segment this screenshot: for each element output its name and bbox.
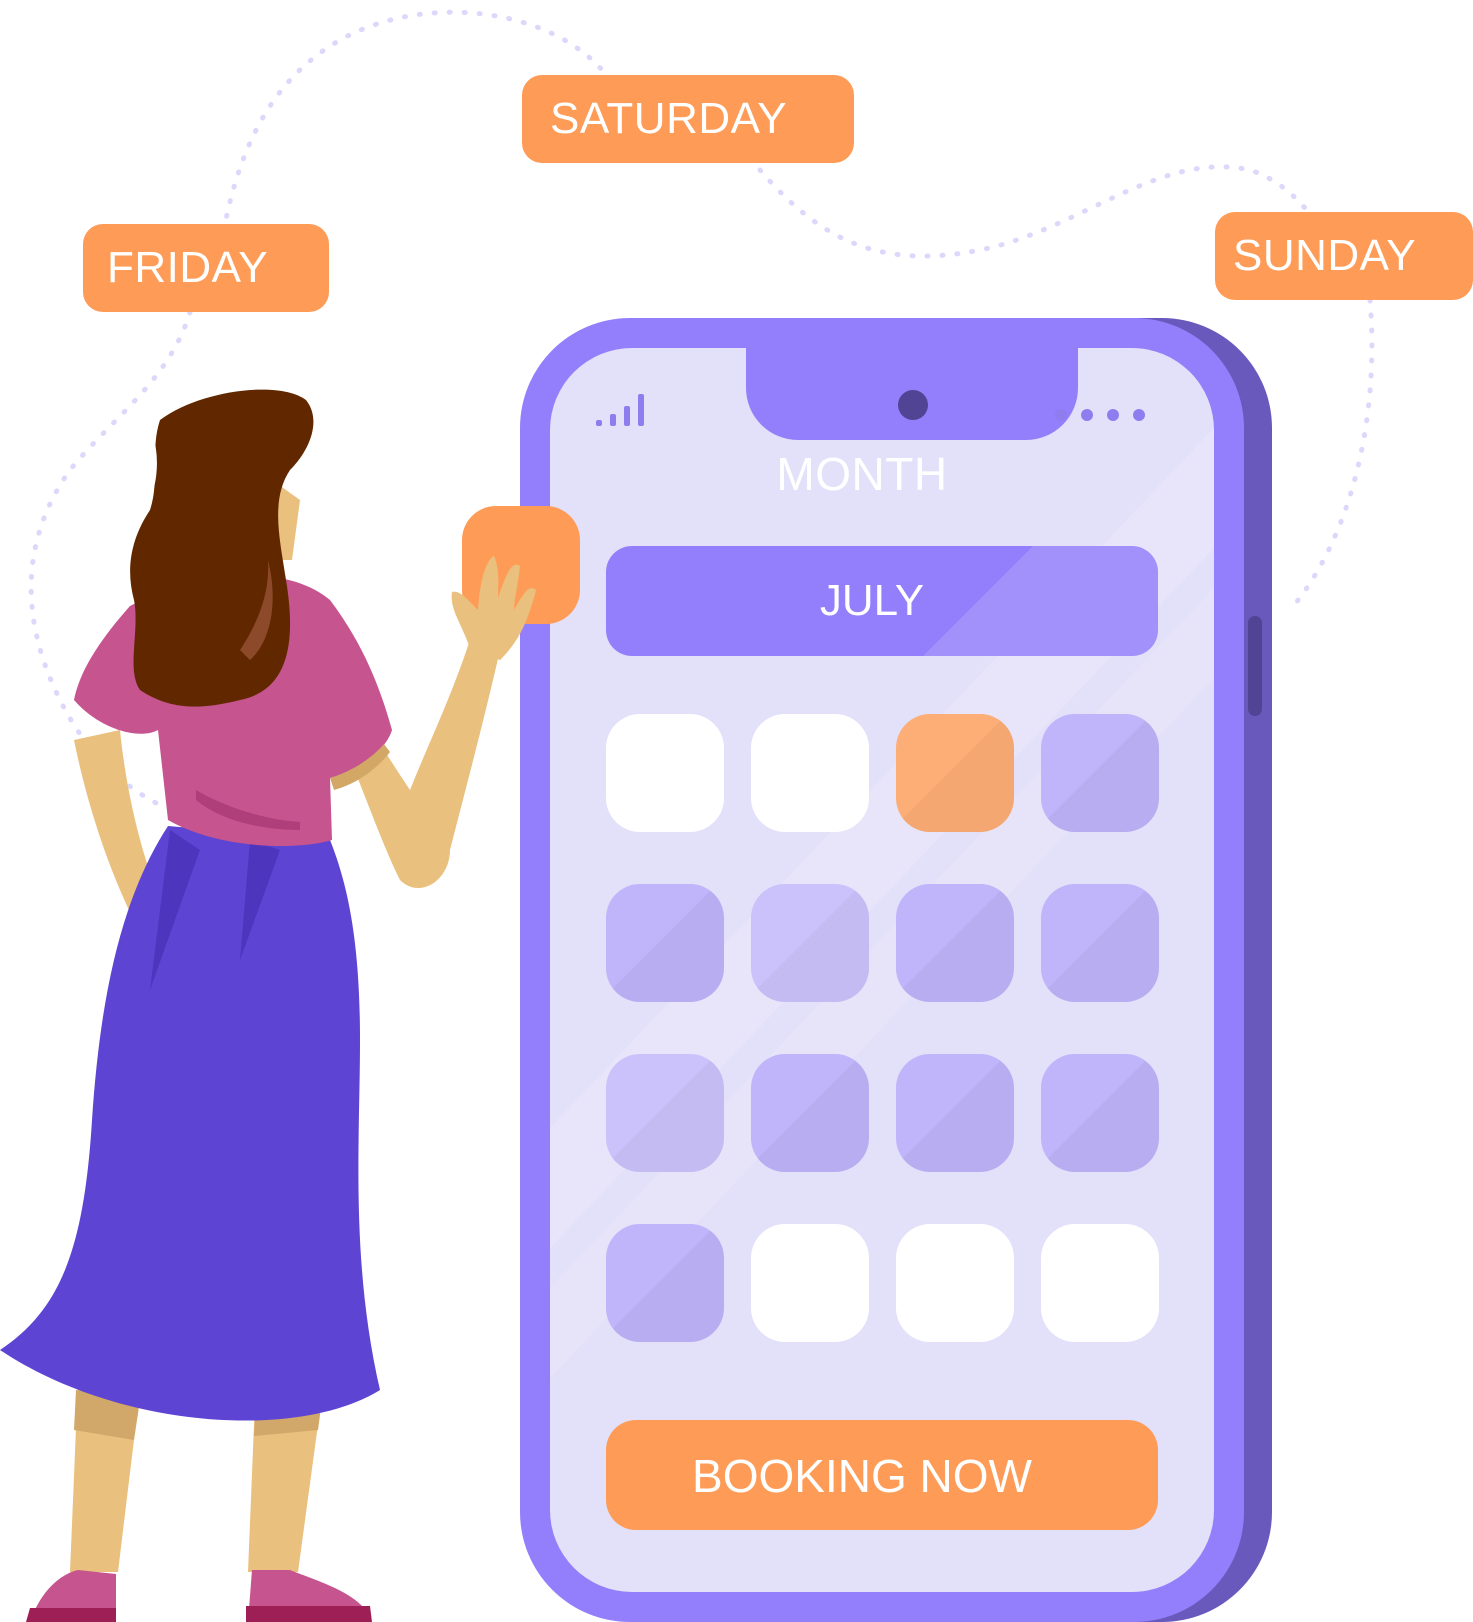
calendar-day-cell[interactable] bbox=[896, 1054, 1014, 1172]
calendar-day-cell[interactable] bbox=[606, 884, 724, 1002]
phone-side-button bbox=[1248, 616, 1262, 716]
booking-now-button[interactable]: BOOKING NOW bbox=[606, 1420, 1158, 1530]
month-label: MONTH bbox=[776, 448, 948, 500]
month-selector[interactable]: JULY bbox=[606, 546, 1158, 656]
calendar-grid bbox=[606, 714, 1159, 1350]
month-value: JULY bbox=[819, 576, 925, 625]
phone-screen: MONTH JULY BOOKING NOW bbox=[550, 348, 1214, 1592]
more-dots-icon[interactable] bbox=[1055, 408, 1159, 426]
calendar-day-cell[interactable] bbox=[1041, 884, 1159, 1002]
calendar-day-cell[interactable] bbox=[751, 1224, 869, 1342]
camera-icon bbox=[898, 390, 928, 420]
calendar-day-cell[interactable] bbox=[896, 714, 1014, 832]
calendar-day-cell[interactable] bbox=[606, 714, 724, 832]
calendar-day-cell[interactable] bbox=[606, 1224, 724, 1342]
calendar-day-cell[interactable] bbox=[896, 1224, 1014, 1342]
calendar-day-cell[interactable] bbox=[1041, 1224, 1159, 1342]
calendar-day-cell[interactable] bbox=[751, 884, 869, 1002]
booking-illustration: FRIDAY SATURDAY SUNDAY MONTH JULY BOOKIN… bbox=[0, 0, 1473, 1622]
calendar-day-cell[interactable] bbox=[1041, 714, 1159, 832]
calendar-day-cell[interactable] bbox=[896, 884, 1014, 1002]
calendar-day-cell[interactable] bbox=[751, 1054, 869, 1172]
calendar-day-cell[interactable] bbox=[606, 1054, 724, 1172]
calendar-day-cell[interactable] bbox=[751, 714, 869, 832]
woman-illustration bbox=[0, 389, 536, 1622]
hand-overlay bbox=[451, 556, 536, 660]
sunday-tag[interactable]: SUNDAY bbox=[1215, 212, 1473, 300]
phone: MONTH JULY BOOKING NOW bbox=[520, 318, 1244, 1622]
calendar-day-cell[interactable] bbox=[1041, 1054, 1159, 1172]
